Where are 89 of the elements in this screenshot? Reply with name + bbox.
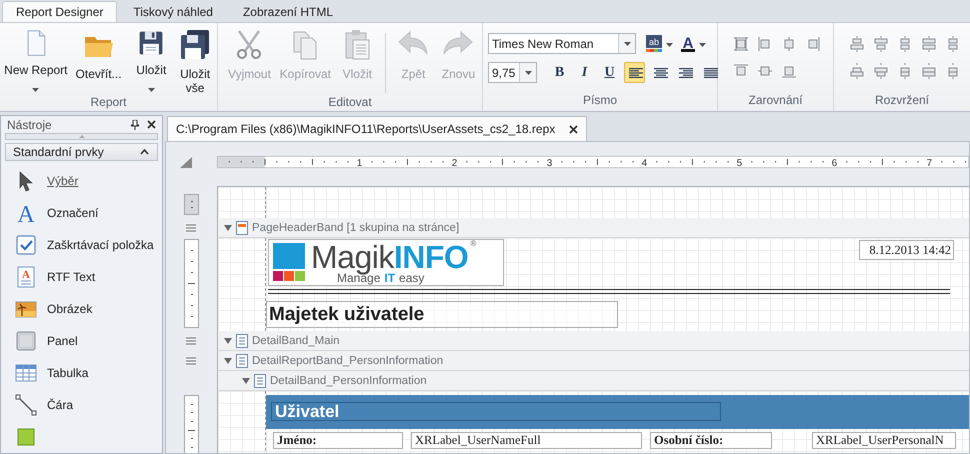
ribbon-button[interactable]: Otevřít... <box>70 29 128 95</box>
band-caption-bar[interactable]: DetailBand_Main <box>217 331 969 351</box>
group-label: Rozvržení <box>874 93 930 107</box>
dropdown-caret-icon <box>32 88 40 92</box>
pin-icon[interactable] <box>131 120 139 130</box>
highlight-color-button[interactable]: ab <box>644 33 674 54</box>
chevron-up-icon <box>140 149 149 156</box>
expanded-triangle-icon[interactable] <box>224 356 232 364</box>
text-align-icon <box>676 66 692 78</box>
ribbon-button[interactable]: Uložit <box>129 29 174 95</box>
shape-icon <box>15 426 37 448</box>
band-icon <box>236 354 248 368</box>
date-label: 8.12.2013 14:42 <box>859 240 954 260</box>
font-color-button[interactable]: A <box>678 33 708 54</box>
text-align-icon <box>626 66 642 78</box>
ruler-number: 7 <box>926 158 932 168</box>
ribbon-button[interactable]: Uložit vše <box>175 29 215 95</box>
ruler-margin <box>218 156 265 168</box>
font-style-button[interactable]: B <box>549 62 570 83</box>
expanded-triangle-icon[interactable] <box>224 224 232 232</box>
data-field: XRLabel_UserPersonalN <box>812 432 956 449</box>
panel-title: Nástroje <box>7 118 53 132</box>
ruler-number: 6 <box>832 158 838 168</box>
logo-squares-icon <box>273 242 305 282</box>
text-align-icon <box>702 66 718 78</box>
ribbon-tab[interactable]: Tiskový náhled <box>119 1 227 22</box>
ruler-number: 1 <box>356 158 362 168</box>
ruler-number: 4 <box>642 158 648 168</box>
dropdown-caret-icon <box>148 88 155 92</box>
line-icon <box>15 394 37 416</box>
header-band-icon <box>236 220 248 234</box>
ribbon-tab[interactable]: Zobrazení HTML <box>228 1 347 22</box>
expanded-triangle-icon[interactable] <box>224 336 232 344</box>
group-label: Písmo <box>582 93 617 107</box>
ruler-number: 3 <box>546 158 552 168</box>
ruler-number: 2 <box>452 158 458 168</box>
drag-handle-icon <box>186 337 196 345</box>
company-logo: MagikINFO® Manage IT easy <box>268 239 504 286</box>
group-label: Editovat <box>328 95 372 109</box>
group-label: Zarovnání <box>748 93 803 107</box>
font-name-dropdown[interactable]: Times New Roman <box>488 33 636 54</box>
dropdown-caret-icon <box>699 42 706 46</box>
report-title: Majetek uživatele <box>266 301 618 328</box>
dropdown-caret-icon <box>666 42 673 46</box>
expanded-triangle-icon[interactable] <box>242 376 250 384</box>
align-button[interactable] <box>624 62 645 83</box>
table-icon <box>15 362 37 384</box>
toolbox-item[interactable]: Čára <box>1 388 162 421</box>
ribbon-button[interactable]: New Report <box>4 29 68 95</box>
vertical-ruler <box>184 194 199 215</box>
drag-handle-icon <box>186 224 196 232</box>
section-title: Uživatel <box>271 402 721 421</box>
band-caption-bar[interactable]: DetailBand_PersonInformation <box>217 371 969 391</box>
toolbox-item[interactable]: Výběr <box>1 164 162 197</box>
close-icon[interactable] <box>569 124 578 134</box>
panel-icon <box>15 330 37 352</box>
data-field: XRLabel_UserNameFull <box>411 432 642 449</box>
drag-handle-icon <box>186 357 196 365</box>
field-label: Osobní číslo: <box>650 432 772 449</box>
floppy-disks-icon <box>179 29 212 61</box>
ruler-corner-icon <box>180 156 192 168</box>
group-label: Report <box>90 95 127 109</box>
ribbon-tab[interactable]: Report Designer <box>2 1 118 22</box>
dropdown-caret-icon <box>624 42 630 46</box>
ruler-number: 5 <box>736 158 742 168</box>
toolbox-item[interactable]: Zaškrtávací položka <box>1 228 162 261</box>
toolbox-item[interactable]: Panel <box>1 324 162 357</box>
band-caption-bar[interactable]: DetailReportBand_PersonInformation <box>217 351 969 371</box>
letter-icon: A <box>15 202 37 224</box>
font-style-button[interactable]: I <box>574 62 595 83</box>
document-tab[interactable]: C:\Program Files (x86)\MagikINFO11\Reports\UserAssets_cs2_18.repx <box>167 116 588 141</box>
text-align-icon <box>652 66 668 78</box>
toolbox-group-header[interactable]: Standardní prvky <box>5 143 158 161</box>
rich-text-icon: A <box>15 266 37 288</box>
up-arrow-icon <box>78 135 84 138</box>
close-icon[interactable] <box>147 120 156 130</box>
checkbox-icon <box>15 234 37 256</box>
vertical-ruler <box>184 395 199 453</box>
band-caption-bar[interactable]: PageHeaderBand [1 skupina na stránce] <box>217 218 969 238</box>
band-icon <box>254 374 266 388</box>
toolbox-item[interactable]: Tabulka <box>1 356 162 389</box>
toolbox-item[interactable]: A Označení <box>1 196 162 229</box>
font-style-button[interactable]: U <box>599 62 620 83</box>
dropdown-caret-icon <box>524 70 532 74</box>
toolbox-item[interactable]: Obrázek <box>1 292 162 325</box>
font-size-dropdown[interactable]: 9,75 <box>488 62 537 83</box>
field-label: Jméno: <box>273 432 403 449</box>
toolbox-item[interactable]: A RTF Text <box>1 260 162 293</box>
band-icon <box>236 334 248 348</box>
